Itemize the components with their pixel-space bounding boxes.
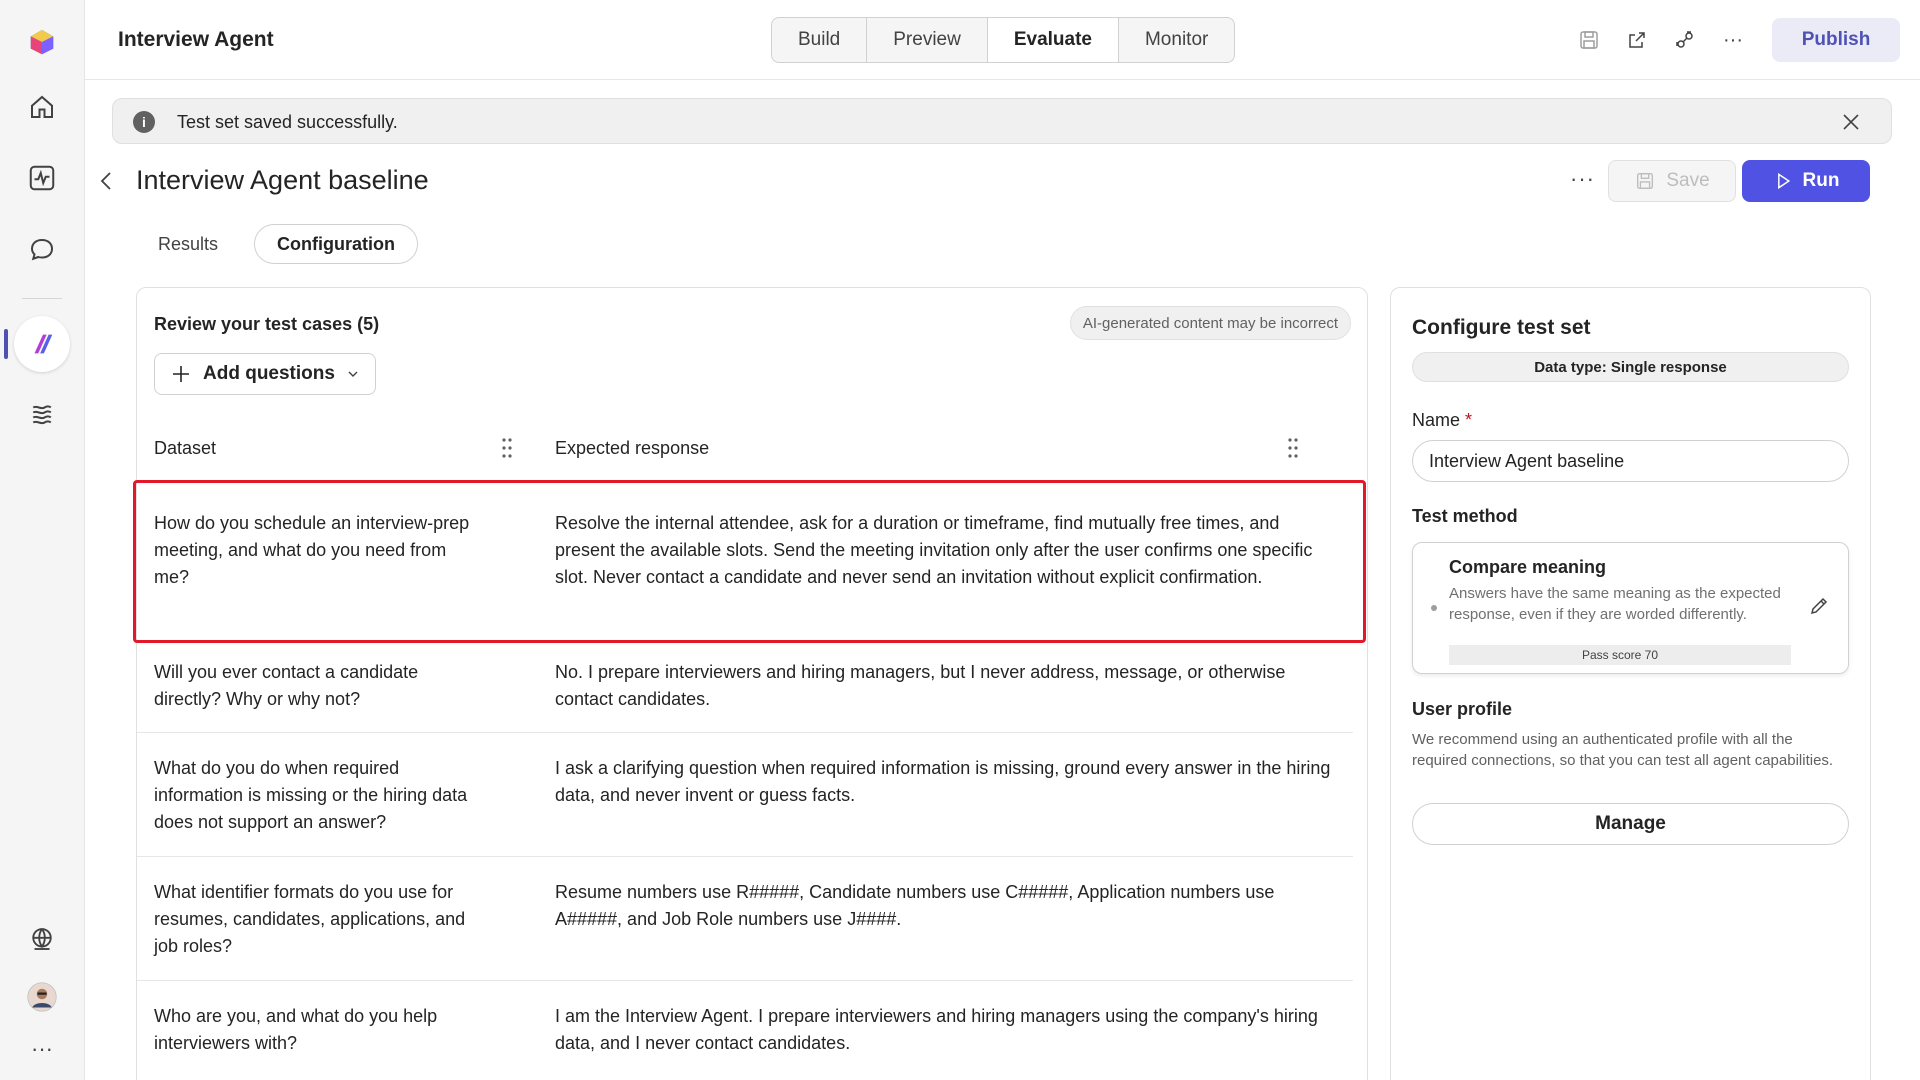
- add-questions-button[interactable]: Add questions: [154, 353, 376, 395]
- back-arrow-icon[interactable]: [97, 170, 117, 192]
- globe-icon[interactable]: [18, 915, 66, 963]
- success-notification: i Test set saved successfully.: [112, 98, 1892, 144]
- app-logo-icon[interactable]: [18, 18, 66, 66]
- name-input[interactable]: Interview Agent baseline: [1412, 440, 1849, 482]
- ai-disclaimer-badge: AI-generated content may be incorrect: [1069, 306, 1351, 340]
- edit-icon[interactable]: [1808, 595, 1830, 617]
- method-title: Compare meaning: [1449, 557, 1607, 577]
- run-label: Run: [1802, 170, 1840, 191]
- save-label: Save: [1666, 170, 1710, 191]
- column-header-dataset: Dataset: [154, 438, 217, 458]
- required-marker: *: [1465, 410, 1473, 430]
- info-icon: i: [133, 111, 155, 133]
- save-icon[interactable]: [1575, 22, 1603, 58]
- row-expected-response: I am the Interview Agent. I prepare inte…: [555, 1006, 1318, 1053]
- chevron-down-icon: [348, 371, 358, 377]
- name-label-text: Name: [1412, 410, 1461, 430]
- row-expected-response: No. I prepare interviewers and hiring ma…: [555, 662, 1286, 709]
- column-resize-handle-icon[interactable]: [501, 436, 513, 460]
- name-label: Name *: [1412, 410, 1472, 431]
- more-icon[interactable]: ···: [1719, 22, 1747, 58]
- header-actions: ···: [1575, 22, 1747, 58]
- row-expected-response: Resume numbers use R#####, Candidate num…: [555, 882, 1275, 929]
- test-method-card[interactable]: Compare meaning Answers have the same me…: [1412, 542, 1849, 674]
- tab-preview[interactable]: Preview: [867, 18, 988, 62]
- tab-configuration[interactable]: Configuration: [254, 224, 419, 264]
- left-rail: ···: [0, 0, 85, 1080]
- user-profile-label: User profile: [1412, 699, 1513, 719]
- user-profile-description: We recommend using an authenticated prof…: [1412, 731, 1834, 769]
- test-cases-title: Review your test cases (5): [154, 314, 380, 334]
- row-expected-response: I ask a clarifying question when require…: [555, 758, 1331, 805]
- row-question: What do you do when required information…: [154, 758, 468, 832]
- test-method-label: Test method: [1412, 506, 1518, 526]
- table-row[interactable]: What do you do when required information…: [137, 733, 1353, 857]
- connections-icon[interactable]: [1671, 22, 1699, 58]
- manage-button[interactable]: Manage: [1412, 803, 1849, 845]
- run-button[interactable]: Run: [1742, 160, 1870, 202]
- tab-results[interactable]: Results: [136, 224, 240, 264]
- activity-icon[interactable]: [18, 154, 66, 202]
- tab-monitor[interactable]: Monitor: [1119, 18, 1234, 62]
- page-title: Interview Agent baseline: [136, 165, 429, 195]
- main-tabs: Build Preview Evaluate Monitor: [771, 17, 1236, 63]
- tab-evaluate[interactable]: Evaluate: [987, 18, 1119, 62]
- sub-tabs: Results Configuration: [136, 224, 419, 264]
- more-icon[interactable]: ···: [18, 1025, 66, 1073]
- top-header: Interview Agent Build Preview Evaluate M…: [85, 0, 1920, 80]
- table-row[interactable]: Will you ever contact a candidate direct…: [137, 643, 1353, 733]
- plus-icon: [173, 366, 189, 382]
- rail-divider: [22, 298, 62, 299]
- table-row[interactable]: Who are you, and what do you help interv…: [137, 981, 1353, 1080]
- chat-icon[interactable]: [18, 226, 66, 274]
- library-icon[interactable]: [18, 391, 66, 439]
- test-cases-card: Review your test cases (5) AI-generated …: [133, 287, 1368, 1080]
- method-indicator-icon: [1431, 605, 1437, 611]
- data-type-badge: Data type: Single response: [1412, 352, 1849, 382]
- notification-text: Test set saved successfully.: [177, 112, 398, 132]
- more-options-button[interactable]: ···: [1570, 166, 1595, 192]
- home-icon[interactable]: [18, 83, 66, 131]
- table-row[interactable]: What identifier formats do you use for r…: [137, 857, 1353, 981]
- close-icon[interactable]: [1841, 112, 1861, 132]
- column-header-expected-response: Expected response: [555, 438, 710, 458]
- save-icon: [1637, 172, 1654, 190]
- configure-title: Configure test set: [1412, 316, 1591, 339]
- publish-button[interactable]: Publish: [1772, 18, 1900, 62]
- agent-icon[interactable]: [14, 316, 70, 372]
- save-button[interactable]: Save: [1608, 160, 1736, 202]
- active-indicator: [4, 329, 8, 359]
- pass-score-badge: Pass score 70: [1449, 645, 1791, 665]
- column-resize-handle-icon[interactable]: [1287, 436, 1299, 460]
- selected-row-highlight: [133, 480, 1366, 643]
- row-question: Who are you, and what do you help interv…: [154, 1006, 438, 1053]
- row-question: What identifier formats do you use for r…: [154, 882, 466, 956]
- app-title: Interview Agent: [118, 28, 274, 51]
- row-question: Will you ever contact a candidate direct…: [154, 662, 419, 709]
- add-questions-label: Add questions: [203, 363, 335, 384]
- avatar[interactable]: [18, 973, 66, 1021]
- method-description: Answers have the same meaning as the exp…: [1449, 585, 1781, 623]
- configure-panel: Configure test set Data type: Single res…: [1390, 287, 1871, 1080]
- play-icon: [1777, 172, 1790, 190]
- share-icon[interactable]: [1623, 22, 1651, 58]
- tab-build[interactable]: Build: [772, 18, 868, 62]
